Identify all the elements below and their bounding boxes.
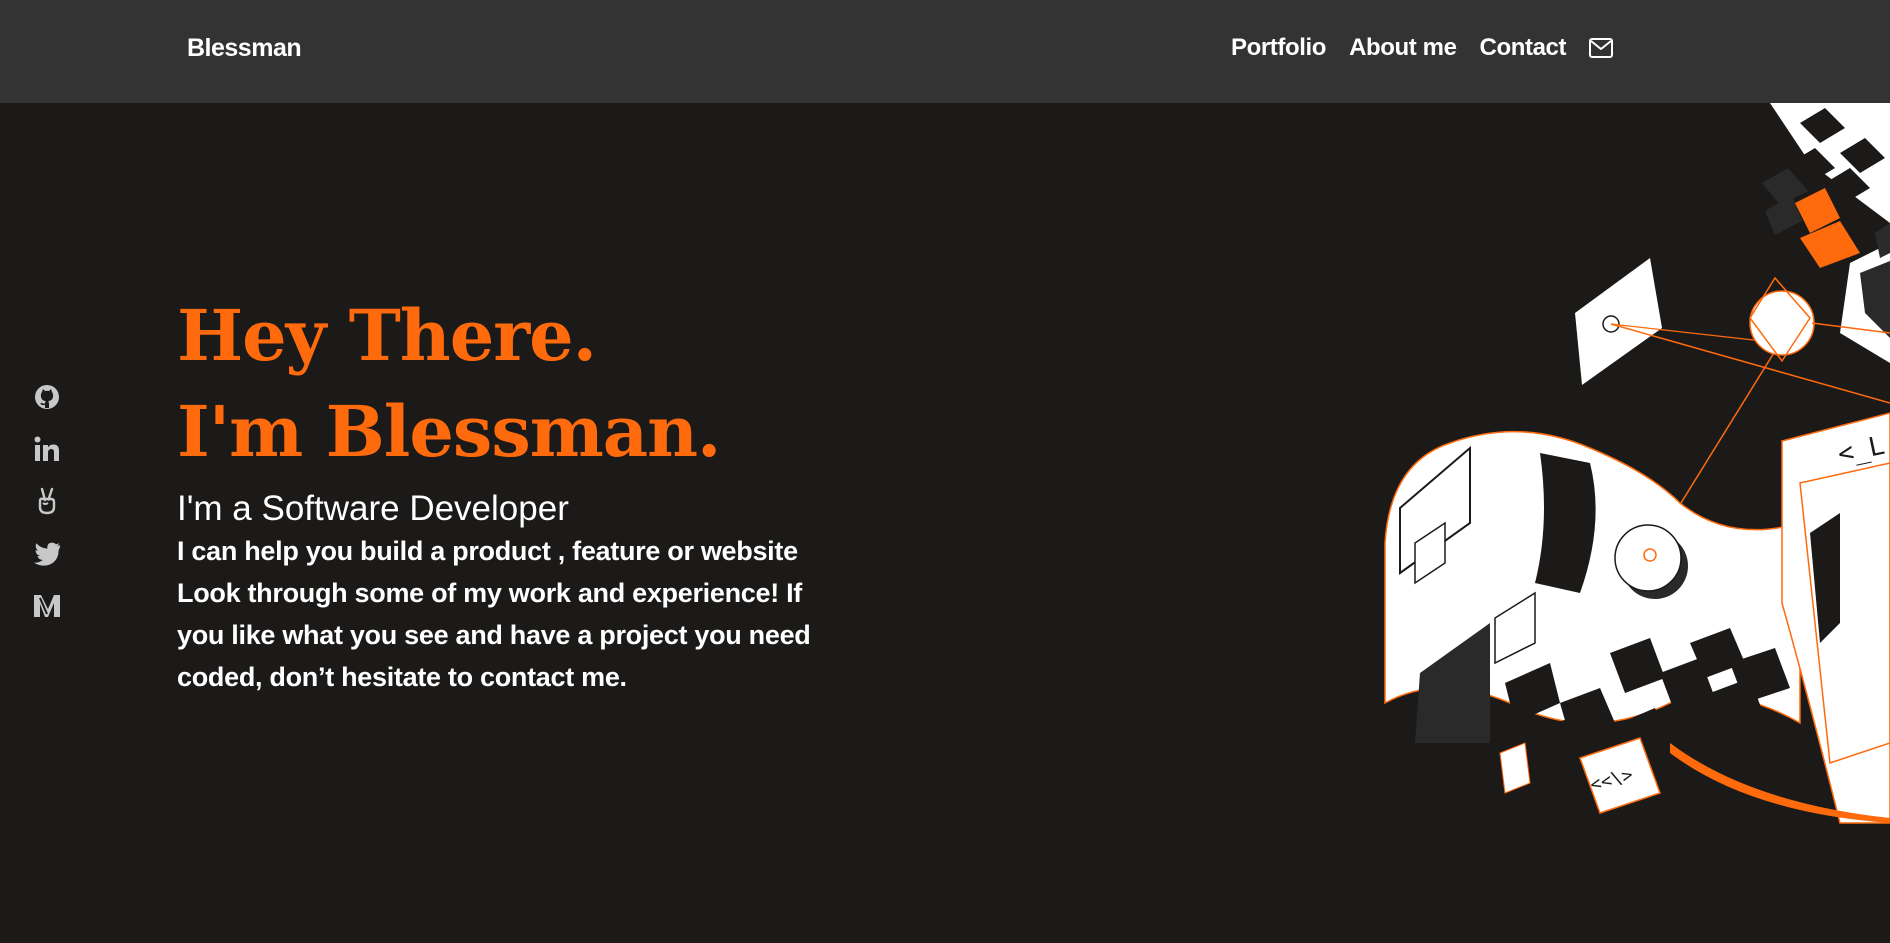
social-sidebar <box>32 382 64 642</box>
navbar: Blessman Portfolio About me Contact <box>0 0 1890 103</box>
hero-heading-line-1: Hey There. <box>177 294 597 377</box>
hero-heading-line-2: I'm Blessman. <box>177 390 721 473</box>
hero-subtitle: I'm a Software Developer <box>177 489 569 528</box>
nav-portfolio-link[interactable]: Portfolio <box>1231 34 1326 62</box>
nav-about-link[interactable]: About me <box>1349 34 1457 62</box>
hero-section: Hey There. I'm Blessman. I'm a Software … <box>177 288 877 698</box>
linkedin-icon[interactable] <box>32 434 62 464</box>
nav-contact-link[interactable]: Contact <box>1480 34 1567 62</box>
twitter-icon[interactable] <box>32 538 62 568</box>
medium-icon[interactable] <box>32 590 62 620</box>
github-icon[interactable] <box>32 382 62 412</box>
brand-logo[interactable]: Blessman <box>187 34 302 63</box>
nav-links: Portfolio About me Contact <box>1231 34 1614 62</box>
hero-heading: Hey There. I'm Blessman. <box>177 288 877 480</box>
angellist-icon[interactable] <box>32 486 62 516</box>
hero-bio: I can help you build a product , feature… <box>177 536 811 692</box>
hero-illustration: <_L <<\> <box>1384 103 1890 824</box>
mail-icon[interactable] <box>1589 38 1614 58</box>
